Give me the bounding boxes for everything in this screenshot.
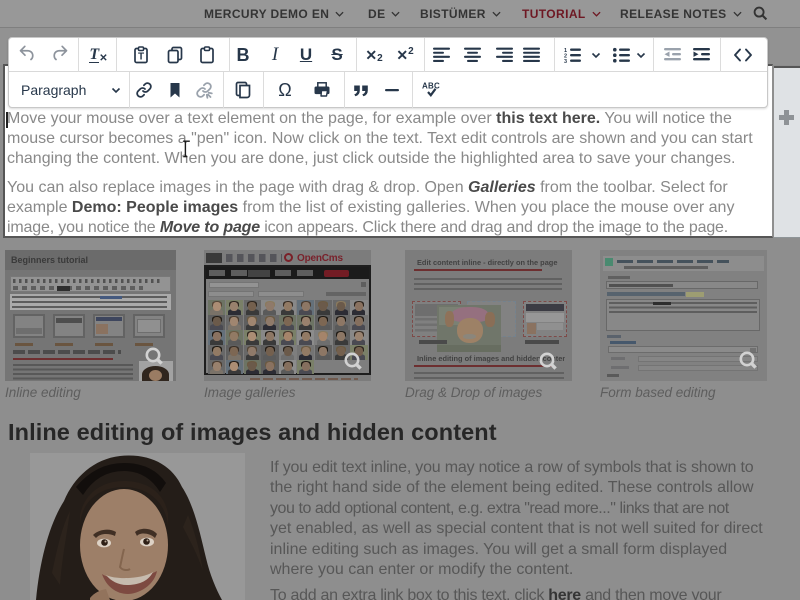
svg-text:T: T <box>138 52 144 63</box>
svg-text:3: 3 <box>564 59 567 63</box>
svg-text:ABC: ABC <box>422 82 440 91</box>
